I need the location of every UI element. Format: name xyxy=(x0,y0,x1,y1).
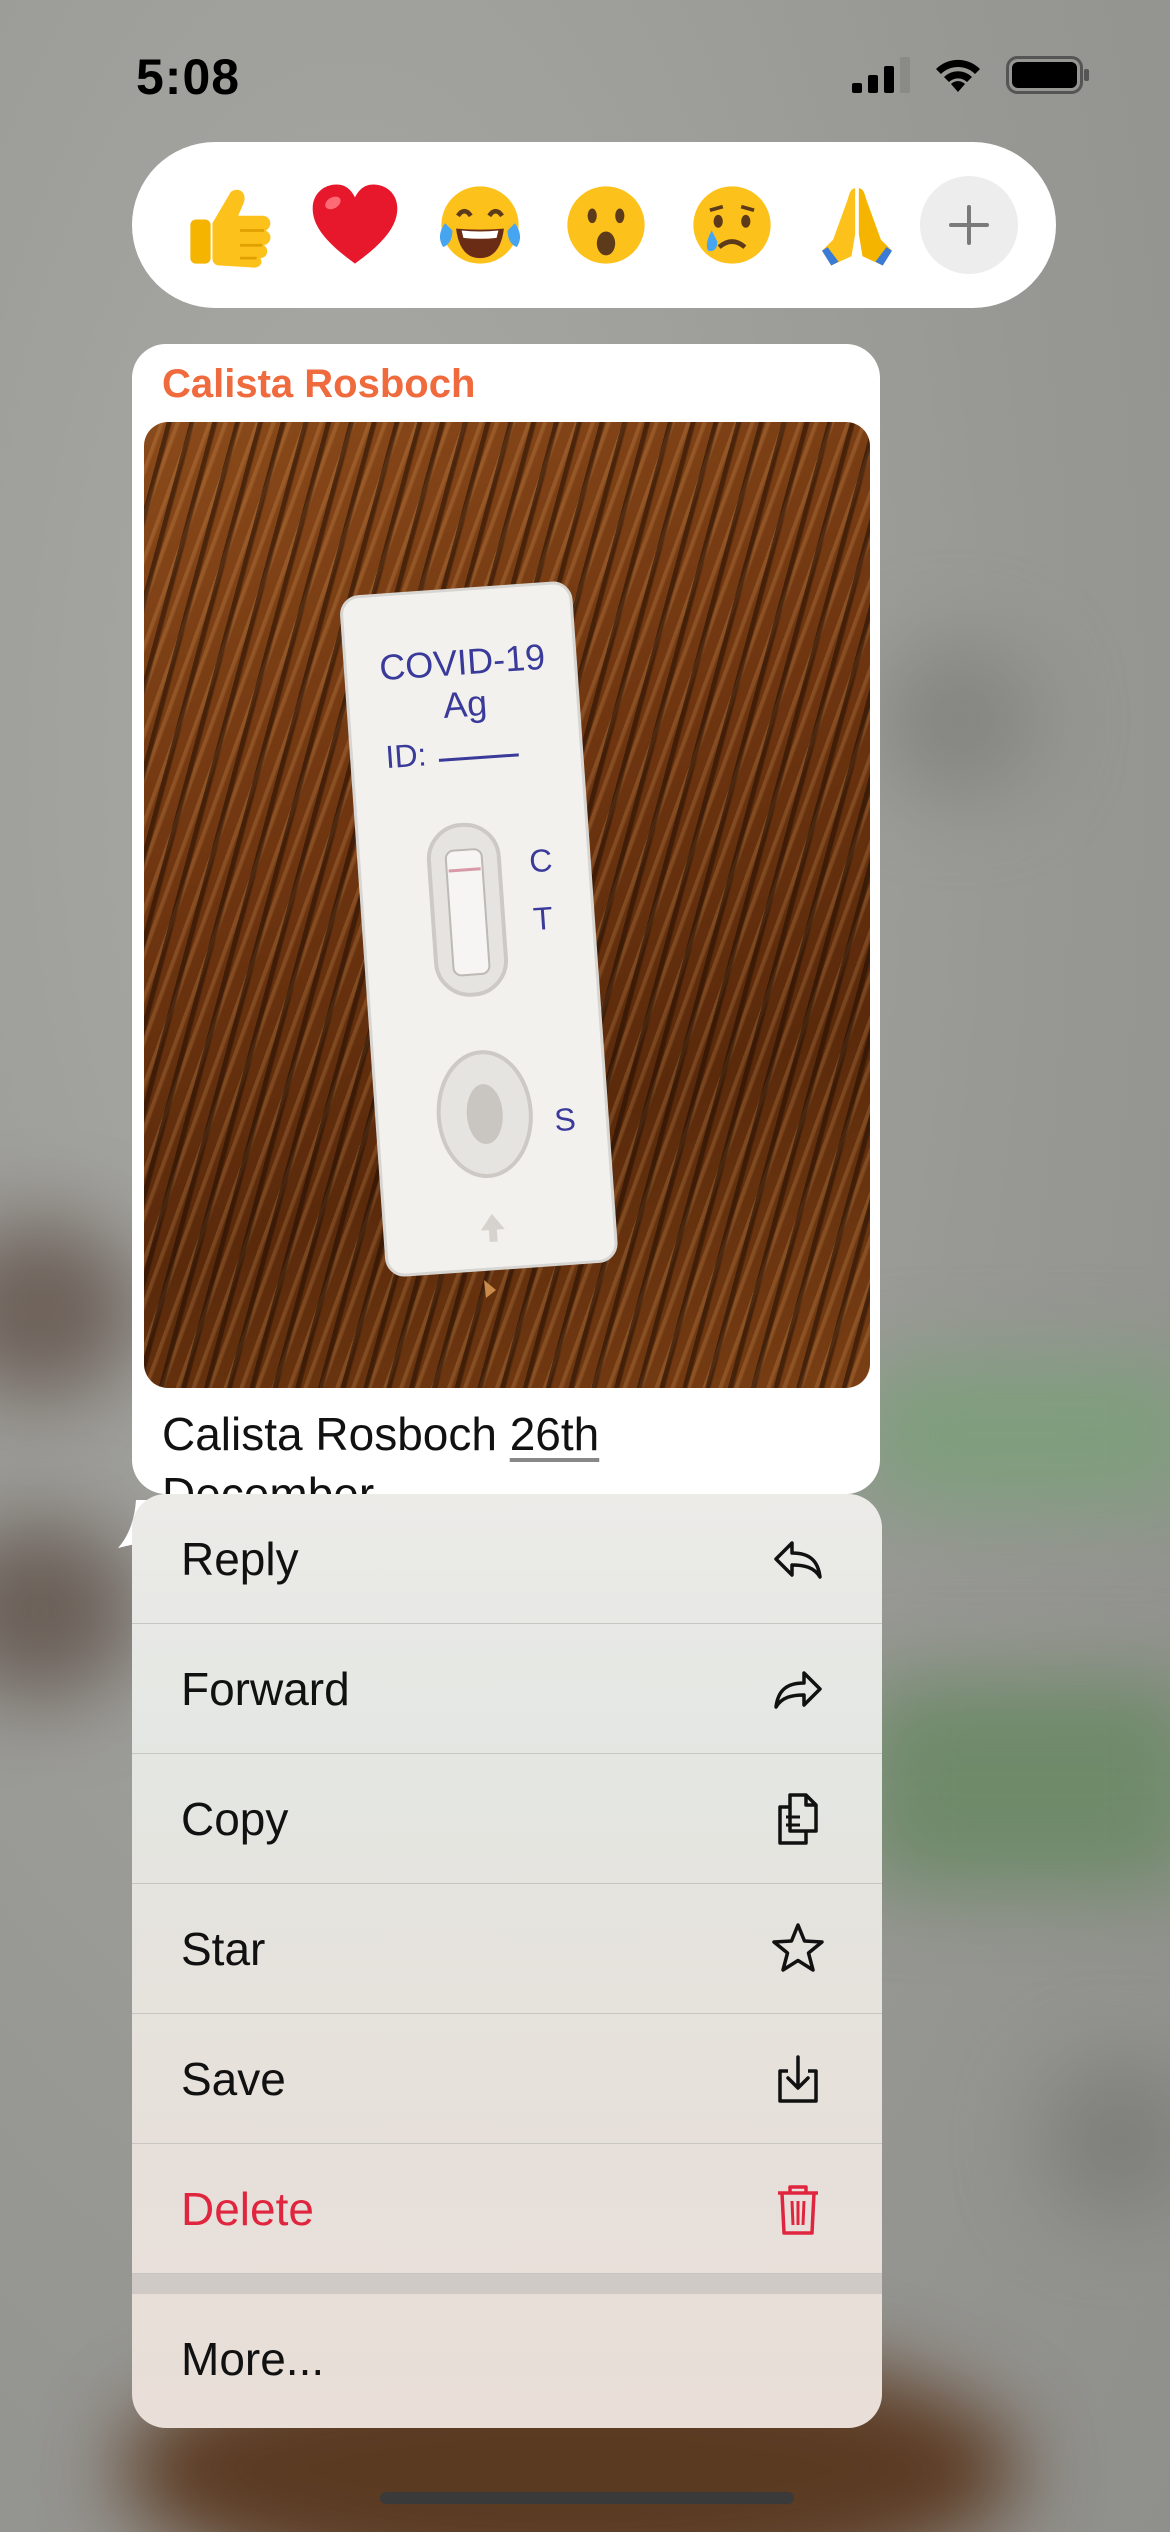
home-indicator[interactable] xyxy=(380,2492,794,2504)
trash-icon xyxy=(778,2184,818,2235)
menu-more[interactable]: More... xyxy=(132,2294,882,2424)
plus-icon xyxy=(949,205,990,245)
reaction-crying[interactable] xyxy=(669,162,795,288)
menu-label-copy: Copy xyxy=(181,1792,289,1845)
more-reactions-button[interactable] xyxy=(920,176,1018,274)
message-bubble[interactable]: Calista Rosboch COVID-19 Ag ID: C T S Ca… xyxy=(132,344,880,1494)
tears-of-joy-icon xyxy=(440,186,521,264)
menu-copy[interactable]: Copy xyxy=(132,1754,882,1884)
context-menu: Reply Forward Copy Star Save Delete More… xyxy=(132,1494,882,2428)
reaction-surprised[interactable] xyxy=(543,162,669,288)
menu-forward[interactable]: Forward xyxy=(132,1624,882,1754)
caption-name: Calista Rosboch xyxy=(162,1408,497,1460)
photo-caption: Calista Rosboch 26th December xyxy=(162,1404,862,1494)
menu-save[interactable]: Save xyxy=(132,2014,882,2144)
test-id-label: ID: xyxy=(384,736,427,775)
menu-label-more: More... xyxy=(181,2333,325,2385)
status-time: 5:08 xyxy=(136,49,241,105)
surprised-face-icon xyxy=(567,186,645,264)
menu-delete[interactable]: Delete xyxy=(132,2144,882,2274)
heart-icon xyxy=(312,184,397,264)
reaction-heart[interactable] xyxy=(292,162,418,288)
menu-star[interactable]: Star xyxy=(132,1884,882,2014)
marker-s: S xyxy=(553,1101,577,1138)
status-icons xyxy=(852,56,1090,94)
menu-label-reply: Reply xyxy=(181,1532,299,1585)
star-icon xyxy=(772,1922,824,1972)
reply-icon xyxy=(774,1540,822,1579)
menu-label-save: Save xyxy=(181,2052,286,2105)
menu-reply[interactable]: Reply xyxy=(132,1494,882,1624)
save-icon xyxy=(778,2054,818,2103)
folded-hands-icon xyxy=(822,188,893,266)
caption-date-link[interactable]: 26th xyxy=(510,1408,600,1460)
reaction-laughing[interactable] xyxy=(417,162,543,288)
wifi-icon xyxy=(936,59,980,92)
crying-face-icon xyxy=(693,186,771,264)
menu-label-delete: Delete xyxy=(181,2182,314,2235)
covid-test-cassette: COVID-19 Ag ID: C T S xyxy=(340,581,618,1298)
caption-date-continued: December xyxy=(162,1468,375,1494)
thumbs-up-icon xyxy=(190,189,271,268)
message-photo[interactable]: COVID-19 Ag ID: C T S xyxy=(144,422,870,1388)
forward-icon xyxy=(774,1670,822,1709)
copy-icon xyxy=(778,1792,818,1845)
reaction-bar xyxy=(132,142,1056,308)
marker-c: C xyxy=(528,842,554,880)
battery-icon xyxy=(1006,56,1089,94)
reaction-folded-hands[interactable] xyxy=(795,162,921,288)
sender-name: Calista Rosboch xyxy=(162,362,476,406)
menu-separator xyxy=(132,2274,882,2294)
cellular-signal-icon xyxy=(852,57,910,93)
menu-label-forward: Forward xyxy=(181,1662,350,1715)
menu-label-star: Star xyxy=(181,1922,266,1975)
test-subtitle: Ag xyxy=(442,682,489,726)
reaction-thumbs-up[interactable] xyxy=(166,162,292,288)
marker-t: T xyxy=(532,900,554,937)
